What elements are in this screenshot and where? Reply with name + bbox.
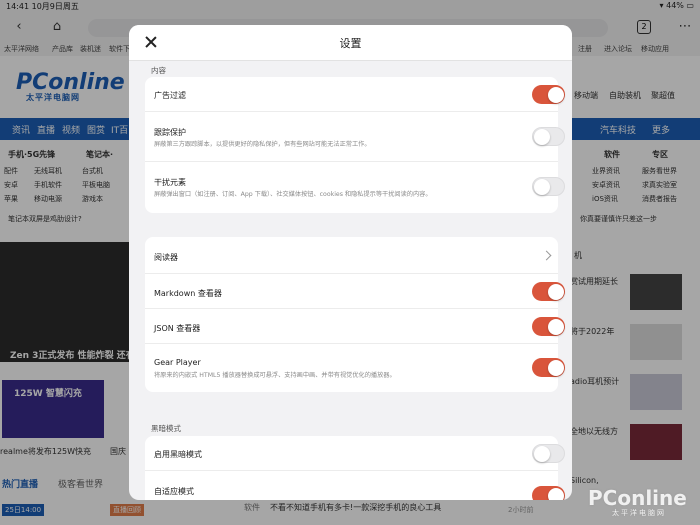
- section-label-dark-mode: 黑暗模式: [151, 424, 181, 433]
- setting-row-tracking[interactable]: 跟踪保护 屏蔽第三方跟踪脚本，以提供更好的隐私保护，但有些网站可能无法正常工作。: [145, 112, 565, 162]
- adaptive-mode-toggle[interactable]: [532, 486, 565, 500]
- settings-group-dark-mode: 启用黑暗模式 自适应模式: [145, 436, 565, 500]
- settings-group-content: 广告过滤 跟踪保护 屏蔽第三方跟踪脚本，以提供更好的隐私保护，但有些网站可能无法…: [145, 77, 565, 213]
- setting-description: 屏蔽弹出窗口（如注册、订阅、App 下载）、社交媒体按钮、cookies 和隐私…: [154, 191, 432, 198]
- ad-filter-toggle[interactable]: [532, 85, 565, 104]
- gear-player-toggle[interactable]: [532, 358, 565, 377]
- markdown-viewer-toggle[interactable]: [532, 282, 565, 301]
- setting-title: 广告过滤: [154, 91, 186, 100]
- distractions-toggle[interactable]: [532, 177, 565, 196]
- setting-row-adaptive[interactable]: 自适应模式: [145, 471, 565, 500]
- setting-row-distractions[interactable]: 干扰元素 屏蔽弹出窗口（如注册、订阅、App 下载）、社交媒体按钮、cookie…: [145, 162, 565, 213]
- settings-modal: 设置 内容 广告过滤 跟踪保护 屏蔽第三方跟踪脚本，以提供更好的隐私保护，但有些…: [129, 25, 572, 500]
- setting-row-gear-player[interactable]: Gear Player 将原来的内嵌式 HTML5 播放器替换成可悬浮、支持画中…: [145, 344, 565, 392]
- modal-header: 设置: [129, 25, 572, 61]
- chevron-right-icon[interactable]: [541, 250, 552, 261]
- modal-title: 设置: [339, 37, 362, 50]
- setting-description: 将原来的内嵌式 HTML5 播放器替换成可悬浮、支持画中画、并带有视觉优化的播放…: [154, 372, 396, 379]
- setting-row-dark-mode[interactable]: 启用黑暗模式: [145, 436, 565, 471]
- setting-title: 阅读器: [154, 253, 178, 262]
- tracking-protection-toggle[interactable]: [532, 127, 565, 146]
- setting-title: JSON 查看器: [154, 324, 201, 333]
- setting-title: Gear Player: [154, 358, 201, 367]
- setting-title: 启用黑暗模式: [154, 450, 202, 459]
- setting-row-reader[interactable]: 阅读器: [145, 237, 558, 274]
- setting-title: 自适应模式: [154, 487, 194, 496]
- watermark-logo: PConline: [588, 486, 687, 510]
- setting-description: 屏蔽第三方跟踪脚本，以提供更好的隐私保护，但有些网站可能无法正常工作。: [154, 141, 371, 148]
- settings-group-viewers: 阅读器 Markdown 查看器 JSON 查看器 Gear Player 将原…: [145, 237, 565, 392]
- dark-mode-toggle[interactable]: [532, 444, 565, 463]
- setting-title: 跟踪保护: [154, 128, 186, 137]
- setting-title: Markdown 查看器: [154, 289, 222, 298]
- setting-row-json[interactable]: JSON 查看器: [145, 309, 565, 344]
- watermark-subtitle: 太平洋电脑网: [612, 509, 666, 517]
- setting-row-ad-filter[interactable]: 广告过滤: [145, 77, 565, 112]
- section-label-content: 内容: [151, 66, 166, 75]
- setting-row-markdown[interactable]: Markdown 查看器: [145, 274, 565, 309]
- setting-title: 干扰元素: [154, 178, 186, 187]
- json-viewer-toggle[interactable]: [532, 317, 565, 336]
